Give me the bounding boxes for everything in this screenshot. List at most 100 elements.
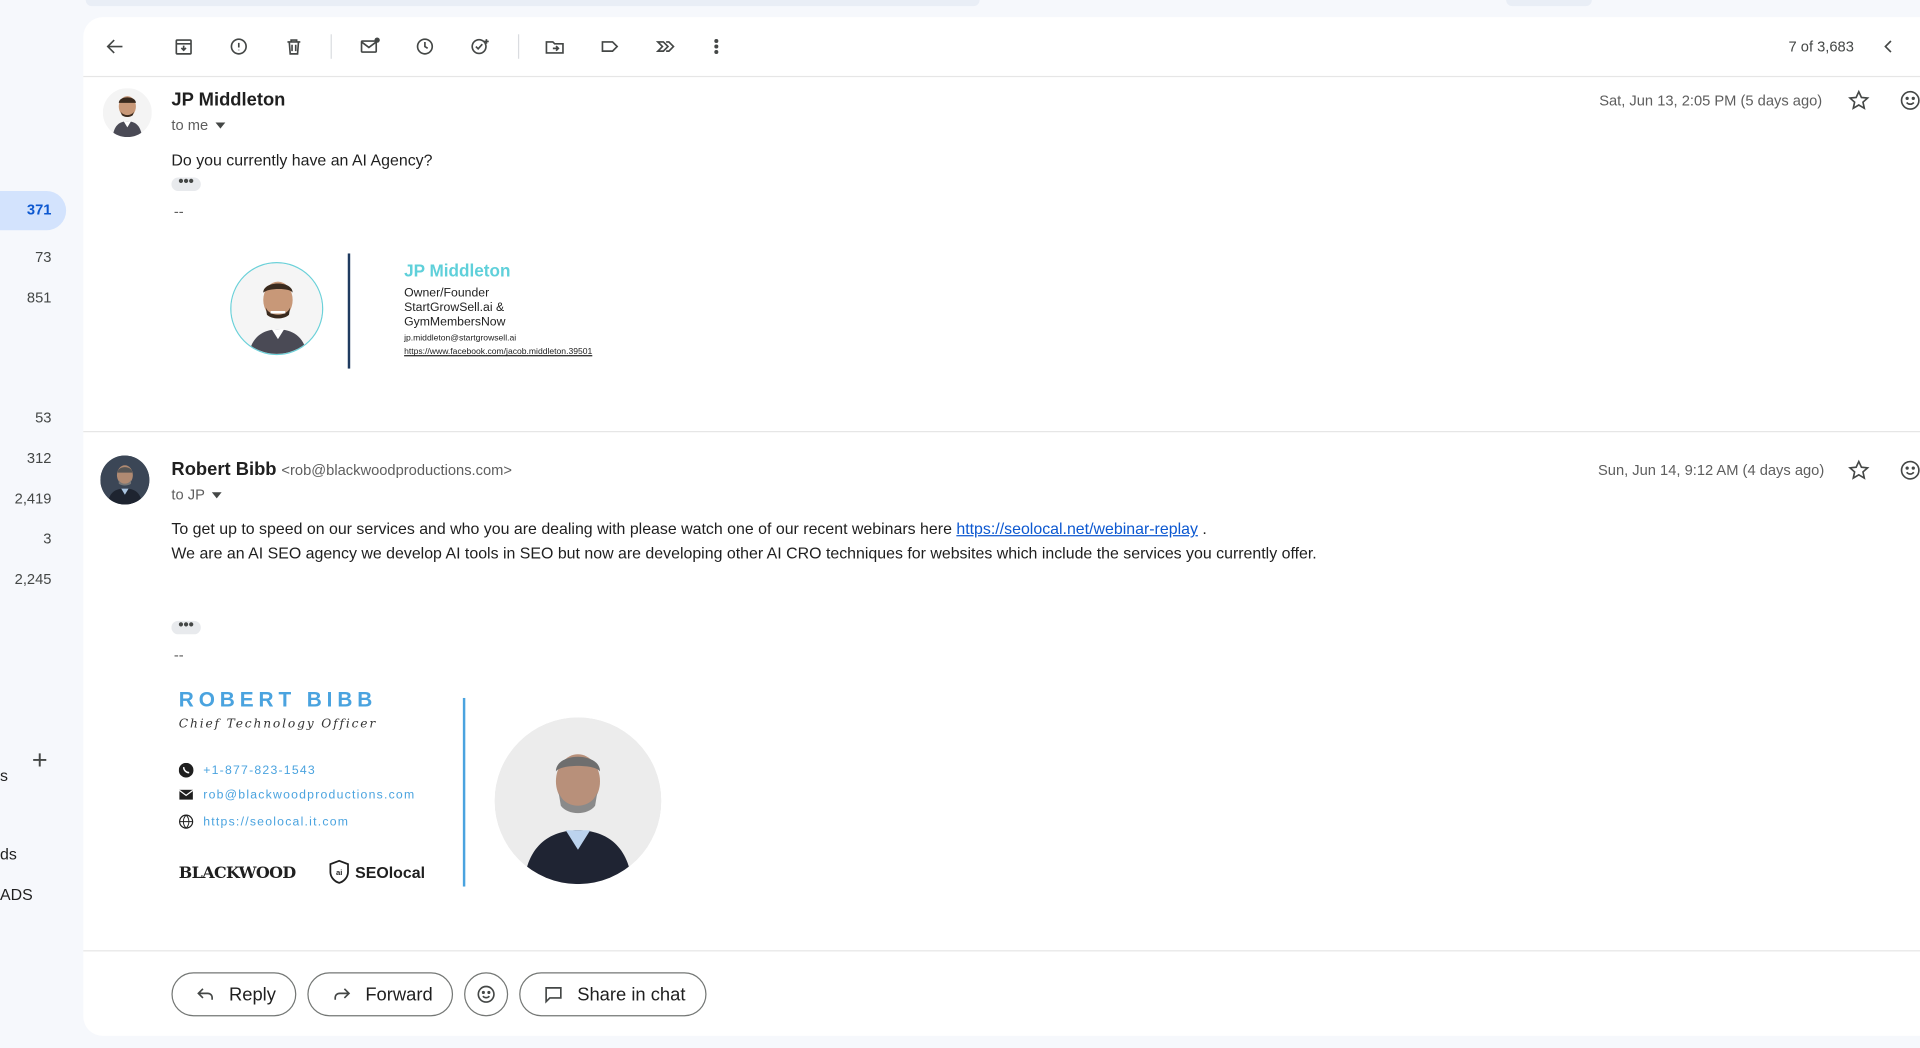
signature-title: Owner/Founder bbox=[404, 286, 490, 301]
add-reaction-icon[interactable] bbox=[1898, 458, 1920, 485]
search-bar-edge[interactable] bbox=[85, 0, 980, 7]
signature-email: jp.middleton@startgrowsell.ai bbox=[404, 334, 517, 343]
signature-link[interactable]: https://www.facebook.com/jacob.middleton… bbox=[404, 348, 592, 357]
recipient-details[interactable]: to JP bbox=[171, 486, 223, 504]
signature-robert-bibb: ROBERT BIBB Chief Technology Officer +1-… bbox=[178, 688, 693, 908]
mail-icon bbox=[179, 787, 194, 802]
message-date: Sat, Jun 13, 2:05 PM (5 days ago) bbox=[1599, 91, 1823, 109]
chevron-down-icon bbox=[212, 491, 223, 498]
message-divider bbox=[83, 950, 1920, 952]
show-trimmed-content-button[interactable]: ••• bbox=[171, 617, 201, 635]
phone-icon bbox=[178, 762, 194, 778]
body-text: To get up to speed on our services and w… bbox=[171, 519, 957, 538]
signature-email-row: rob@blackwoodproductions.com bbox=[179, 787, 416, 802]
sidebar-label-fragment[interactable]: ADS bbox=[0, 885, 33, 903]
sidebar-label-fragment[interactable]: s bbox=[0, 767, 8, 785]
sidebar-count[interactable]: 2,419 bbox=[15, 490, 52, 507]
mark-unread-icon[interactable] bbox=[355, 32, 384, 61]
reply-icon bbox=[197, 988, 213, 1000]
add-task-icon[interactable] bbox=[465, 32, 494, 61]
emoji-reaction-button[interactable] bbox=[464, 972, 509, 1017]
message-body-line: To get up to speed on our services and w… bbox=[171, 517, 1206, 541]
show-trimmed-content-button[interactable]: ••• bbox=[171, 174, 201, 192]
signature-photo bbox=[494, 717, 662, 885]
star-icon[interactable] bbox=[1847, 88, 1874, 115]
signature-title: Chief Technology Officer bbox=[178, 717, 378, 732]
message-divider bbox=[83, 431, 1920, 433]
signature-phone-row: +1-877-823-1543 bbox=[178, 762, 316, 778]
chat-icon bbox=[545, 987, 563, 1004]
report-spam-icon[interactable] bbox=[224, 32, 253, 61]
message-date: Sun, Jun 14, 9:12 AM (4 days ago) bbox=[1597, 461, 1825, 479]
seolocal-shield-icon: ai bbox=[329, 859, 349, 884]
recipient-text: to JP bbox=[171, 486, 205, 504]
signature-separator: -- bbox=[173, 203, 184, 221]
forward-label: Forward bbox=[365, 983, 433, 1005]
emoji-icon bbox=[477, 985, 496, 1003]
pagination-text: 7 of 3,683 bbox=[1788, 37, 1854, 56]
sender-name: JP Middleton bbox=[171, 89, 285, 110]
sender-name-text: JP Middleton bbox=[171, 89, 286, 111]
reply-actions: Reply Forward Share in chat bbox=[171, 972, 707, 1017]
body-text: . bbox=[1197, 519, 1207, 538]
previous-icon[interactable] bbox=[1873, 32, 1902, 61]
add-reaction-icon[interactable] bbox=[1898, 88, 1920, 115]
sidebar-count[interactable]: 851 bbox=[27, 289, 52, 306]
signature-website[interactable]: https://seolocal.it.com bbox=[203, 815, 349, 828]
seolocal-logo: ai SEOlocal bbox=[328, 859, 425, 884]
svg-text:ai: ai bbox=[336, 868, 342, 877]
signature-photo bbox=[230, 262, 324, 356]
signature-name: ROBERT BIBB bbox=[178, 688, 378, 712]
avatar[interactable] bbox=[102, 88, 152, 138]
sender-email: <rob@blackwoodproductions.com> bbox=[281, 461, 512, 479]
webinar-link[interactable]: https://seolocal.net/webinar-replay bbox=[956, 519, 1198, 537]
chevron-down-icon bbox=[215, 121, 226, 128]
recipient-details[interactable]: to me bbox=[171, 116, 226, 134]
sidebar-item-inbox[interactable]: 371 bbox=[0, 191, 67, 231]
gmail-stage: 371 73 851 53 312 2,419 3 2,245 + s ds A… bbox=[0, 0, 1920, 1048]
share-in-chat-button[interactable]: Share in chat bbox=[519, 972, 707, 1017]
sidebar-count[interactable]: 2,245 bbox=[15, 571, 52, 588]
signature-phone: +1-877-823-1543 bbox=[203, 763, 316, 777]
forward-icon bbox=[334, 988, 351, 1000]
snooze-icon[interactable] bbox=[410, 32, 439, 61]
avatar[interactable] bbox=[100, 455, 150, 505]
forward-button[interactable]: Forward bbox=[307, 972, 454, 1017]
archive-icon[interactable] bbox=[169, 32, 198, 61]
add-label-icon[interactable]: + bbox=[32, 744, 48, 776]
star-icon[interactable] bbox=[1847, 458, 1874, 485]
forward-all-icon[interactable] bbox=[651, 32, 680, 61]
move-to-icon[interactable] bbox=[540, 32, 569, 61]
sidebar-count[interactable]: 312 bbox=[27, 449, 52, 466]
label-icon[interactable] bbox=[595, 32, 624, 61]
share-label: Share in chat bbox=[577, 983, 686, 1005]
inbox-count: 371 bbox=[26, 200, 52, 218]
signature-email[interactable]: rob@blackwoodproductions.com bbox=[203, 788, 415, 801]
globe-icon bbox=[179, 814, 194, 829]
back-icon[interactable] bbox=[100, 32, 129, 61]
signature-company: GymMembersNow bbox=[404, 315, 506, 330]
reply-label: Reply bbox=[228, 983, 276, 1005]
blackwood-logo: BLACKWOOD bbox=[178, 864, 296, 883]
message-view: 7 of 3,683 JP Middleton to me Sat, Jun 1… bbox=[83, 17, 1920, 1036]
delete-icon[interactable] bbox=[279, 32, 308, 61]
sidebar-count[interactable]: 53 bbox=[35, 409, 51, 426]
reply-button[interactable]: Reply bbox=[171, 972, 297, 1017]
more-options-icon[interactable] bbox=[702, 32, 731, 61]
recipient-text: to me bbox=[171, 116, 209, 134]
signature-company: StartGrowSell.ai & bbox=[404, 301, 505, 315]
message-toolbar: 7 of 3,683 bbox=[83, 17, 1920, 78]
signature-name: JP Middleton bbox=[404, 260, 511, 281]
sender-name: Robert Bibb <rob@blackwoodproductions.com… bbox=[171, 459, 512, 480]
sidebar-count[interactable]: 73 bbox=[35, 249, 51, 266]
sidebar: 371 73 851 53 312 2,419 3 2,245 + s ds A… bbox=[0, 73, 81, 1048]
signature-website-row: https://seolocal.it.com bbox=[179, 814, 349, 829]
sender-name-text: Robert Bibb bbox=[171, 459, 277, 481]
message-body-line: Do you currently have an AI Agency? bbox=[171, 150, 433, 169]
toolbar-divider bbox=[330, 34, 332, 59]
sidebar-label-fragment[interactable]: ds bbox=[0, 845, 17, 863]
top-control-edge[interactable] bbox=[1506, 0, 1592, 7]
sidebar-count[interactable]: 3 bbox=[43, 530, 51, 547]
signature-divider bbox=[462, 697, 466, 887]
message-body-line: We are an AI SEO agency we develop AI to… bbox=[171, 543, 1317, 563]
